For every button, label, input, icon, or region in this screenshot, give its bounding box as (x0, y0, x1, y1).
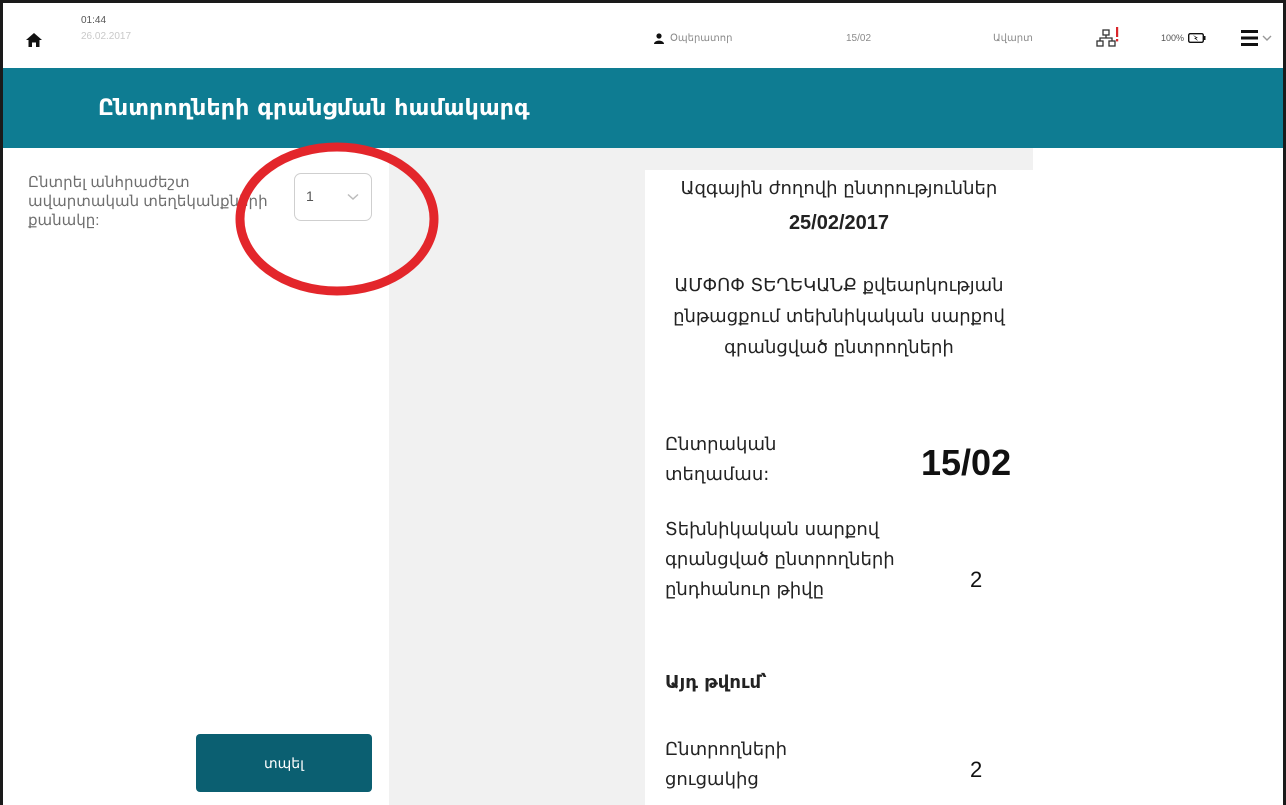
election-date: 25/02/2017 (788, 212, 890, 234)
station-row: Ընտրական տեղամաս: 15/02 (665, 430, 1015, 500)
station-value: 15/02 (921, 442, 1012, 483)
highlight-annotation (235, 142, 439, 296)
summary-title: ԱՄՓՈՓ ՏԵՂԵԿԱՆՔ քվեարկության ընթացքում տե… (673, 275, 1005, 358)
station-label: Ընտրական տեղամաս: (665, 434, 777, 485)
report-document: Ազգային ժողովի ընտրություններ 25/02/2017… (645, 170, 1033, 805)
right-blank-area (1033, 148, 1283, 805)
battery-indicator: 100% (1161, 33, 1206, 43)
end-label[interactable]: Ավարտ (993, 33, 1033, 44)
clock-date: 26.02.2017 (81, 31, 132, 42)
from-list-label: Ընտրողների ցուցակից (665, 739, 787, 790)
from-list-value: 2 (970, 757, 983, 782)
total-value: 2 (970, 567, 983, 592)
battery-percent: 100% (1161, 33, 1185, 43)
clock-time: 01:44 (81, 15, 107, 26)
home-icon[interactable] (25, 31, 43, 49)
operator-label: Օպերատոր (670, 33, 733, 44)
election-title: Ազգային ժողովի ընտրություններ (680, 178, 998, 199)
from-list-row: Ընտրողների ցուցակից 2 (665, 735, 1015, 805)
report-preview-area: Ազգային ժողովի ընտրություններ 25/02/2017… (389, 148, 1033, 805)
station-indicator: 15/02 (846, 33, 872, 44)
network-icon (1096, 27, 1119, 47)
page-title: Ընտրողների գրանցման համակարգ (98, 96, 530, 121)
user-icon (654, 33, 664, 44)
app-window: 01:44 26.02.2017 Օպերատոր 15/02 Ավարտ 10… (0, 0, 1286, 805)
total-row: Տեխնիկական սարքով գրանցված ընտրողների ըն… (665, 515, 1015, 645)
print-button[interactable]: տպել (196, 734, 372, 792)
hamburger-menu-icon[interactable] (1241, 29, 1281, 47)
operator-indicator: Օպերատոր (654, 33, 732, 44)
battery-icon (1188, 33, 1206, 43)
including-label: Այդ թվում՝ (665, 672, 767, 693)
copies-prompt-label: Ընտրել անհրաժեշտ ավարտական տեղեկանքների … (28, 174, 268, 229)
total-label: Տեխնիկական սարքով գրանցված ընտրողների ըն… (665, 519, 895, 600)
app-header: Ընտրողների գրանցման համակարգ (3, 68, 1283, 148)
status-bar: 01:44 26.02.2017 Օպերատոր 15/02 Ավարտ 10… (3, 3, 1283, 68)
chevron-down-icon (1262, 35, 1272, 41)
